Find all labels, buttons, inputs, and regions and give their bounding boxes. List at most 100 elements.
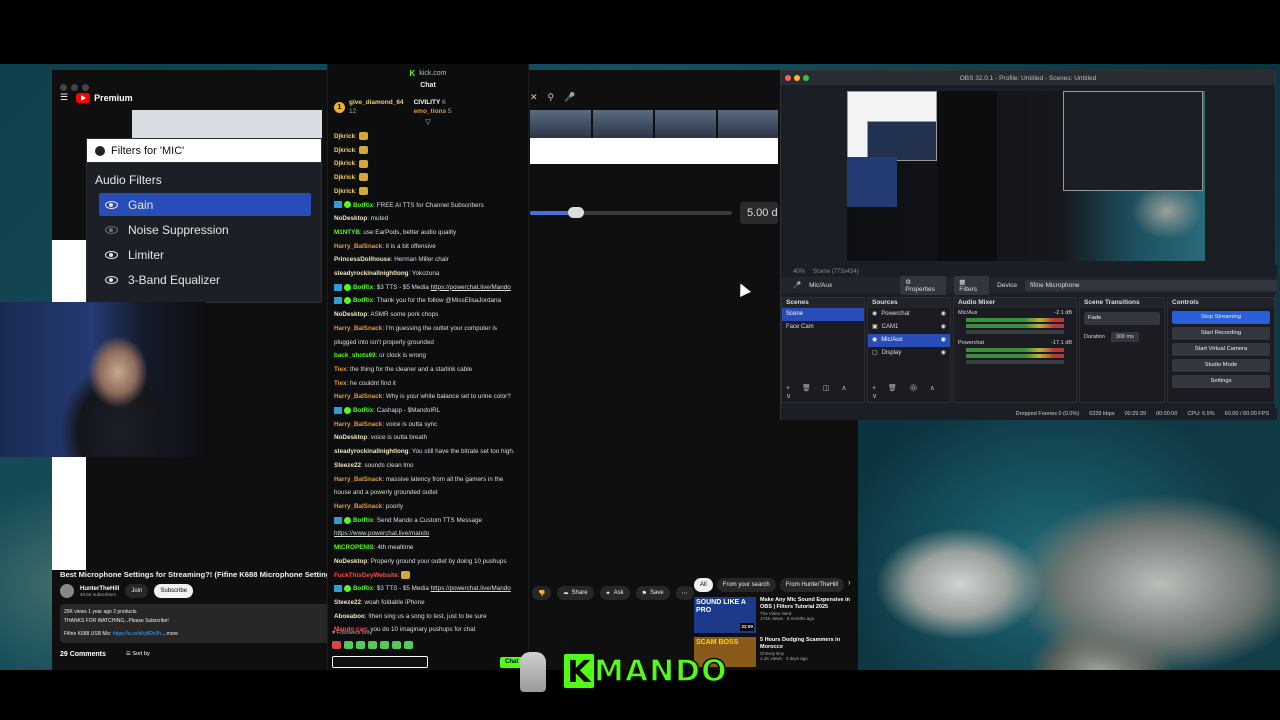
device-select[interactable]: fifine Microphone	[1025, 279, 1277, 291]
emote-icon[interactable]	[344, 641, 353, 649]
chat-username[interactable]: FuckThisGeyWebsite	[334, 572, 398, 579]
eye-icon[interactable]: ◉	[941, 334, 946, 347]
chip-from-channel[interactable]: From HunterTheHill	[779, 578, 845, 592]
chat-username[interactable]: steadyrockinallnightlong	[334, 448, 409, 455]
transition-select[interactable]: Fade	[1084, 312, 1160, 325]
chat-username[interactable]: Harry_BalSnack	[334, 476, 382, 483]
source-toolbar-buttons[interactable]: + 🗑 ⚙ ∧ ∨	[872, 384, 950, 400]
maximize-icon[interactable]	[803, 75, 809, 81]
volume-slider[interactable]	[966, 360, 1064, 364]
join-button[interactable]: Join	[125, 584, 149, 598]
filter-item-gain[interactable]: Gain	[99, 193, 311, 216]
close-icon[interactable]: ✕	[530, 92, 538, 103]
chat-username[interactable]: Djkrick	[334, 133, 355, 140]
chat-username[interactable]: BotRix	[353, 407, 373, 414]
chat-username[interactable]: Harry_BalSnack	[334, 243, 382, 250]
recommendation-item[interactable]: SOUND LIKE A PRO 22:00 Make Any Mic Soun…	[694, 597, 854, 635]
dislike-button[interactable]: 👎	[532, 586, 552, 600]
emote-icon[interactable]	[392, 641, 401, 649]
start-virtual-camera-button[interactable]: Start Virtual Camera	[1172, 343, 1270, 356]
chat-username[interactable]: back_shots69	[334, 352, 376, 359]
duration-input[interactable]: 300 ms	[1110, 332, 1139, 342]
close-icon[interactable]	[785, 75, 791, 81]
chat-username[interactable]: steadyrockinallnightlong	[334, 270, 409, 277]
chat-input[interactable]	[332, 656, 428, 668]
source-item[interactable]: ◉ Mic/Aux ◉	[868, 334, 950, 347]
chat-link[interactable]: https://powerchat.live/Mando	[431, 284, 511, 291]
start-recording-button[interactable]: Start Recording	[1172, 327, 1270, 340]
emote-icon[interactable]	[404, 641, 413, 649]
more-link[interactable]: ...more	[162, 631, 178, 637]
chat-username[interactable]: BotRix	[353, 284, 373, 291]
chat-username[interactable]: Steeze22	[334, 599, 361, 606]
chip-all[interactable]: All	[694, 578, 713, 592]
chat-username[interactable]: Harry_BalSnack	[334, 325, 382, 332]
chat-username[interactable]: Tiex	[334, 380, 347, 387]
description-box[interactable]: 25K views 1 year ago 2 products THANKS F…	[60, 604, 330, 643]
chat-username[interactable]: M1NTYB	[334, 229, 360, 236]
chevron-right-icon[interactable]: ›	[848, 578, 851, 592]
filter-item-equalizer[interactable]: 3-Band Equalizer	[99, 268, 311, 291]
sort-button[interactable]: ☰ Sort by	[126, 651, 150, 658]
eye-icon[interactable]	[105, 275, 118, 284]
chat-username[interactable]: NoDesktop	[334, 434, 367, 441]
scene-item[interactable]: Face Cam	[782, 321, 864, 334]
emote-icon[interactable]	[356, 641, 365, 649]
chat-username[interactable]: Harry_BalSnack	[334, 503, 382, 510]
chat-username[interactable]: Harry_BalSnack	[334, 421, 382, 428]
minimize-icon[interactable]	[794, 75, 800, 81]
filters-button[interactable]: ▦ Filters	[954, 275, 990, 295]
filter-item-limiter[interactable]: Limiter	[99, 243, 311, 266]
chat-username[interactable]: BotRix	[353, 585, 373, 592]
volume-slider[interactable]	[966, 330, 1064, 334]
chat-username[interactable]: Steeze22	[334, 462, 361, 469]
eye-icon[interactable]: ◉	[941, 308, 946, 321]
gain-slider-knob[interactable]	[568, 207, 584, 218]
eye-icon[interactable]: ◉	[941, 347, 946, 360]
share-button[interactable]: ➦ Share	[557, 586, 594, 600]
eye-icon[interactable]	[105, 250, 118, 259]
eye-icon[interactable]: ◉	[941, 321, 946, 334]
chat-username[interactable]: BotRix	[353, 202, 373, 209]
channel-name[interactable]: HunterTheHill	[80, 586, 119, 592]
collapse-icon[interactable]: ▽	[328, 119, 528, 128]
more-actions-button[interactable]: ⋯	[675, 586, 694, 600]
source-item[interactable]: ▣ CAM1 ◉	[868, 321, 950, 334]
chat-username[interactable]: Tiex	[334, 366, 347, 373]
chat-username[interactable]: Djkrick	[334, 174, 355, 181]
source-item[interactable]: ▢ Display ◉	[868, 347, 950, 360]
ask-button[interactable]: ✦ Ask	[599, 586, 630, 600]
chat-username[interactable]: NoDesktop	[334, 558, 367, 565]
stop-streaming-button[interactable]: Stop Streaming	[1172, 311, 1270, 324]
eye-icon[interactable]	[105, 200, 118, 209]
chat-username[interactable]: PrincessDollhouse	[334, 256, 391, 263]
youtube-logo[interactable]: Premium	[76, 92, 133, 103]
emote-icon[interactable]	[368, 641, 377, 649]
chip-from-search[interactable]: From your search	[716, 578, 776, 592]
obs-preview[interactable]	[847, 91, 1205, 261]
chat-username[interactable]: Djkrick	[334, 188, 355, 195]
scene-toolbar[interactable]: + 🗑 ◫ ∧ ∨	[786, 384, 864, 400]
scene-item[interactable]: Scene	[782, 308, 864, 321]
channel-avatar[interactable]	[60, 584, 74, 598]
source-item[interactable]: ◉ Powerchat ◉	[868, 308, 950, 321]
emote-icon[interactable]	[380, 641, 389, 649]
chat-username[interactable]: Aboeaboo	[334, 613, 365, 620]
studio-mode-button[interactable]: Studio Mode	[1172, 359, 1270, 372]
chat-username[interactable]: NoDesktop	[334, 311, 367, 318]
save-button[interactable]: ⚑ Save	[635, 586, 670, 600]
subscribe-button[interactable]: Subscribe	[154, 584, 194, 598]
chat-username[interactable]: NoDesktop	[334, 215, 367, 222]
emote-icon[interactable]	[332, 641, 341, 649]
chat-username[interactable]: Harry_BalSnack	[334, 393, 382, 400]
mic-icon[interactable]: 🎤	[564, 92, 575, 103]
chat-username[interactable]: MICROPENIS	[334, 544, 374, 551]
menu-icon[interactable]: ☰	[60, 92, 68, 103]
filter-item-noise-suppression[interactable]: Noise Suppression	[99, 218, 311, 241]
settings-button[interactable]: Settings	[1172, 375, 1270, 388]
chat-username[interactable]: BotRix	[353, 517, 373, 524]
zoom-level[interactable]: 40%	[793, 269, 805, 275]
gain-slider[interactable]	[530, 207, 732, 218]
eye-slash-icon[interactable]	[105, 225, 118, 234]
search-icon[interactable]: ⚲	[548, 92, 555, 103]
